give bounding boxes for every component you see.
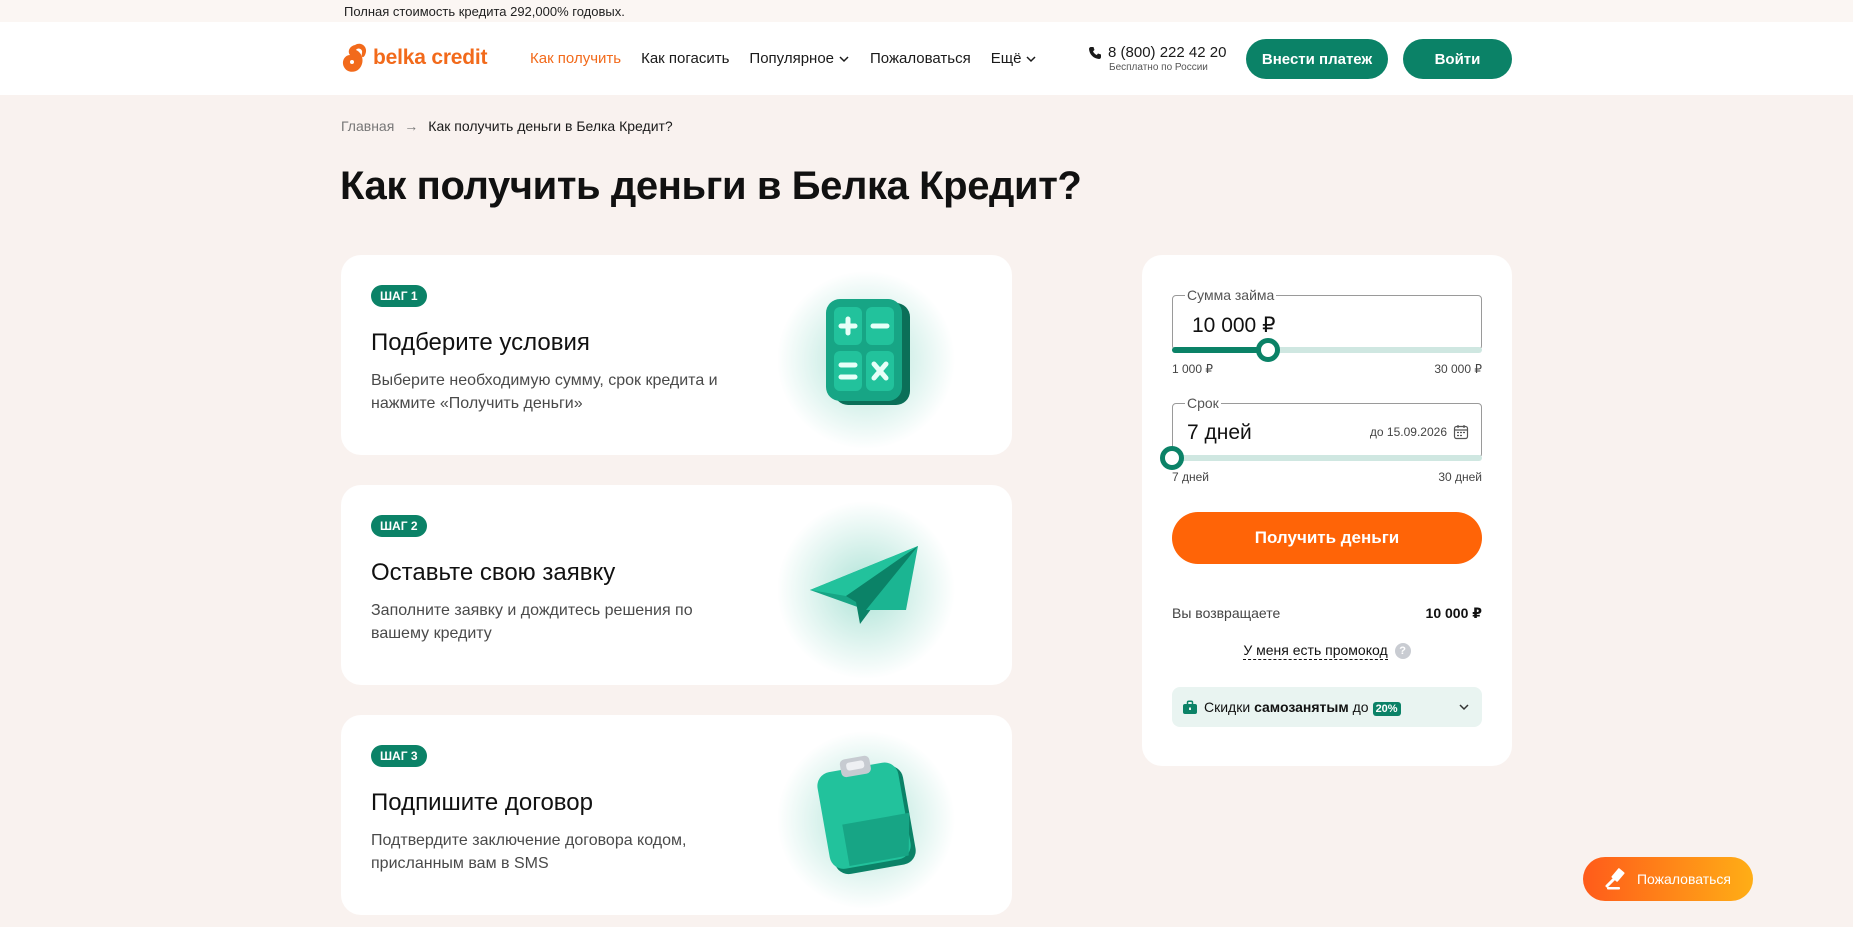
gavel-icon xyxy=(1605,868,1625,890)
step-title: Подберите условия xyxy=(371,329,590,356)
login-button[interactable]: Войти xyxy=(1403,39,1512,79)
term-max-label: 30 дней xyxy=(1438,470,1482,484)
self-employed-discount[interactable]: Скидки самозанятым до 20% xyxy=(1172,687,1482,727)
logo[interactable]: belka credit xyxy=(341,36,488,80)
help-icon[interactable]: ? xyxy=(1394,643,1411,659)
due-date-text: до 15.09.2026 xyxy=(1369,425,1447,439)
loan-amount-value[interactable]: 10 000 ₽ xyxy=(1192,313,1275,338)
nav-label: Пожаловаться xyxy=(870,50,971,67)
clipboard-icon xyxy=(751,715,981,915)
squirrel-logo-icon xyxy=(342,43,367,72)
briefcase-icon xyxy=(1183,699,1197,714)
main-nav: Как получить Как погасить Популярное Пож… xyxy=(530,22,1057,95)
calculator-icon xyxy=(751,255,981,455)
nav-how-to-get[interactable]: Как получить xyxy=(530,50,621,67)
amount-max-label: 30 000 ₽ xyxy=(1434,362,1482,376)
breadcrumb-arrow-icon: → xyxy=(404,118,419,134)
chevron-down-icon xyxy=(1026,55,1036,62)
loan-amount-field[interactable]: Сумма займа 10 000 ₽ xyxy=(1172,287,1482,350)
discount-prefix: Скидки xyxy=(1204,699,1251,715)
nav-how-to-repay[interactable]: Как погасить xyxy=(641,50,729,67)
step-badge: ШАГ 1 xyxy=(371,285,427,307)
term-min-label: 7 дней xyxy=(1172,470,1210,484)
step-title: Оставьте свою заявку xyxy=(371,559,616,586)
loan-amount-label: Сумма займа xyxy=(1185,287,1277,303)
discount-percent-badge: 20% xyxy=(1372,702,1401,716)
paper-plane-icon xyxy=(751,485,981,685)
complain-floating-button[interactable]: Пожаловаться xyxy=(1583,857,1753,901)
step-description: Выберите необходимую сумму, срок кредита… xyxy=(371,372,718,412)
slider-thumb[interactable] xyxy=(1256,338,1281,362)
discount-text: Скидки самозанятым до 20% xyxy=(1204,699,1401,716)
nav-label: Популярное xyxy=(749,50,835,67)
nav-label: Как погасить xyxy=(641,50,730,67)
complain-label: Пожаловаться xyxy=(1636,871,1731,887)
nav-complain[interactable]: Пожаловаться xyxy=(870,50,971,67)
step-badge: ШАГ 2 xyxy=(371,515,427,537)
step-card-2: ШАГ 2 Оставьте свою заявку Заполните зая… xyxy=(341,485,1012,685)
return-label: Вы возвращаете xyxy=(1172,605,1281,621)
return-value: 10 000 ₽ xyxy=(1425,605,1482,621)
step-card-3: ШАГ 3 Подпишите договор Подтвердите закл… xyxy=(341,715,1012,915)
breadcrumb: Главная → Как получить деньги в Белка Кр… xyxy=(341,118,673,134)
step-description: Заполните заявку и дождитесь решения по … xyxy=(371,602,693,642)
page-title: Как получить деньги в Белка Кредит? xyxy=(340,164,1082,208)
discount-mid: до xyxy=(1352,699,1369,715)
step-badge: ШАГ 3 xyxy=(371,745,427,767)
slider-thumb[interactable] xyxy=(1160,446,1184,470)
chevron-down-icon xyxy=(839,55,849,62)
step-card-1: ШАГ 1 Подберите условия Выберите необход… xyxy=(341,255,1012,455)
promo-code-link[interactable]: У меня есть промокод xyxy=(1243,642,1388,660)
phone-note: Бесплатно по России xyxy=(1109,62,1208,73)
nav-popular[interactable]: Популярное xyxy=(749,50,850,67)
top-notice-bar: Полная стоимость кредита 292,000% годовы… xyxy=(0,0,1853,22)
breadcrumb-current: Как получить деньги в Белка Кредит? xyxy=(428,118,673,134)
amount-min-label: 1 000 ₽ xyxy=(1172,362,1213,376)
nav-more[interactable]: Ещё xyxy=(991,50,1038,67)
nav-label: Ещё xyxy=(990,50,1022,67)
step-title: Подпишите договор xyxy=(371,789,593,816)
phone-icon xyxy=(1089,46,1101,59)
loan-term-slider[interactable] xyxy=(1160,446,1482,470)
get-money-button[interactable]: Получить деньги xyxy=(1172,512,1482,564)
loan-term-value[interactable]: 7 дней xyxy=(1187,421,1252,445)
phone-block[interactable]: 8 (800) 222 42 20 Бесплатно по России xyxy=(1088,44,1226,73)
breadcrumb-home[interactable]: Главная xyxy=(341,118,394,134)
promo-row: У меня есть промокод ? xyxy=(1142,642,1512,660)
nav-label: Как получить xyxy=(530,50,622,67)
phone-number: 8 (800) 222 42 20 xyxy=(1108,44,1227,61)
slider-fill xyxy=(1172,347,1269,353)
site-header: belka credit Как получить Как погасить П… xyxy=(0,22,1853,95)
credit-cost-notice: Полная стоимость кредита 292,000% годовы… xyxy=(344,4,625,19)
discount-target: самозанятым xyxy=(1254,699,1349,715)
chevron-down-icon xyxy=(1459,704,1469,711)
loan-calculator: Сумма займа 10 000 ₽ 1 000 ₽ 30 000 ₽ Ср… xyxy=(1142,255,1512,766)
due-date: до 15.09.2026 xyxy=(1370,424,1469,440)
step-description: Подтвердите заключение договора кодом, п… xyxy=(371,832,687,872)
logo-text: belka credit xyxy=(373,46,488,69)
make-payment-button[interactable]: Внести платеж xyxy=(1246,39,1388,79)
loan-amount-slider[interactable] xyxy=(1172,338,1482,362)
calendar-icon[interactable] xyxy=(1453,424,1469,440)
loan-term-label: Срок xyxy=(1185,395,1221,411)
loan-term-field[interactable]: Срок 7 дней до 15.09.2026 xyxy=(1172,395,1482,458)
